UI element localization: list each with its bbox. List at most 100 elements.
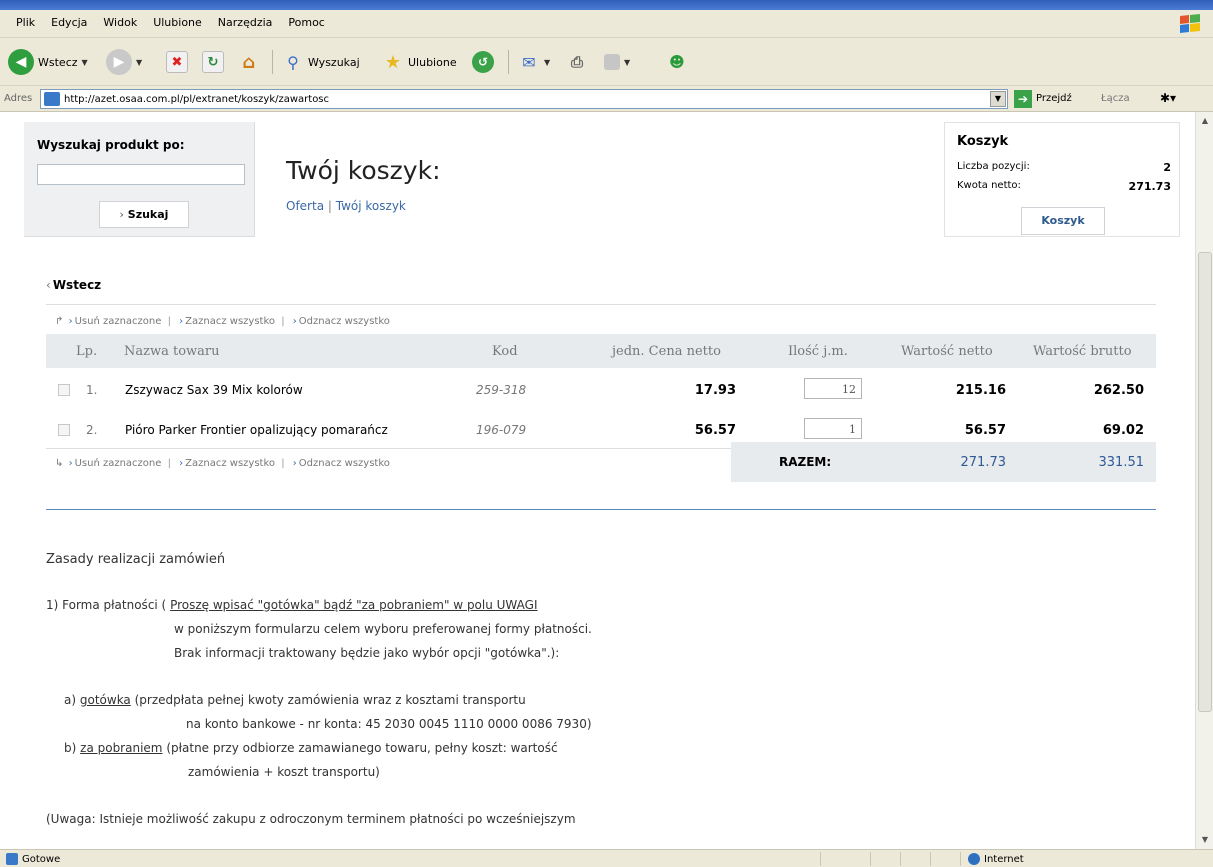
history-icon: ↺ xyxy=(472,51,494,73)
terms-option-b: b) za pobraniem (płatne przy odbiorze za… xyxy=(64,741,558,755)
cart-items-row: Liczba pozycji: 2 xyxy=(957,161,1171,174)
row-checkbox[interactable] xyxy=(58,384,70,396)
refresh-button[interactable]: ↻ xyxy=(202,47,224,77)
status-divider xyxy=(820,852,821,866)
row-net: 215.16 xyxy=(955,383,1006,398)
terms-note: (Uwaga: Istnieje możliwość zakupu z odro… xyxy=(46,812,576,826)
col-gross: Wartość brutto xyxy=(1033,344,1132,359)
chevron-right-icon: › xyxy=(292,316,297,327)
terms-a-line2: na konto bankowe - nr konta: 45 2030 004… xyxy=(186,717,592,731)
search-submit-button[interactable]: › Szukaj xyxy=(99,201,189,228)
scroll-down-icon[interactable]: ▼ xyxy=(1198,833,1212,847)
favorites-label: Ulubione xyxy=(408,55,457,69)
terms-b-prefix: b) xyxy=(64,741,77,755)
col-lp: Lp. xyxy=(76,344,98,359)
cart-summary: Koszyk Liczba pozycji: 2 Kwota netto: 27… xyxy=(944,122,1180,237)
chevron-right-icon: › xyxy=(292,458,297,469)
extension-icon[interactable]: ✱▾ xyxy=(1160,91,1176,105)
cart-items-value: 2 xyxy=(1163,161,1171,174)
mail-button[interactable]: ✉ ▼ xyxy=(518,47,550,77)
deselect-all-link[interactable]: Odznacz wszystko xyxy=(299,458,390,469)
row-name: Zszywacz Sax 39 Mix kolorów xyxy=(125,383,303,397)
menu-help[interactable]: Pomoc xyxy=(280,16,332,29)
back-link-label: Wstecz xyxy=(52,278,102,292)
col-code: Kod xyxy=(492,344,518,359)
menu-tools[interactable]: Narzędzia xyxy=(210,16,281,29)
page-icon xyxy=(44,92,60,106)
row-unit-price: 17.93 xyxy=(694,383,736,398)
address-label: Adres xyxy=(4,93,33,104)
refresh-icon: ↻ xyxy=(202,51,224,73)
chevron-right-icon: › xyxy=(179,316,184,327)
row-code: 196-079 xyxy=(476,423,527,437)
delete-selected-link[interactable]: Usuń zaznaczone xyxy=(75,458,162,469)
menu-file[interactable]: Plik xyxy=(8,16,43,29)
search-input[interactable] xyxy=(37,164,245,185)
toolbar-divider xyxy=(508,50,509,74)
breadcrumb-cart[interactable]: Twój koszyk xyxy=(336,199,406,213)
section-divider xyxy=(46,509,1156,510)
back-button[interactable]: ◀ Wstecz ▼ xyxy=(8,47,88,77)
mail-icon: ✉ xyxy=(522,52,536,72)
row-code: 259-318 xyxy=(476,383,527,397)
search-button[interactable]: ⚲ Wyszukaj xyxy=(282,47,360,77)
total-label: RAZEM: xyxy=(779,455,832,469)
menu-favorites[interactable]: Ulubione xyxy=(145,16,210,29)
history-button[interactable]: ↺ xyxy=(472,47,494,77)
deselect-all-link[interactable]: Odznacz wszystko xyxy=(299,316,390,327)
select-all-link[interactable]: Zaznacz wszystko xyxy=(185,316,275,327)
address-input[interactable]: http://azet.osaa.com.pl/pl/extranet/kosz… xyxy=(40,89,1008,109)
status-divider xyxy=(870,852,871,866)
home-button[interactable]: ⌂ xyxy=(238,47,260,77)
terms-b-line2: zamówienia + koszt transportu) xyxy=(188,765,380,779)
total-row: RAZEM: 271.73 331.51 xyxy=(731,442,1156,482)
col-qty: Ilość j.m. xyxy=(788,344,848,359)
edit-button[interactable]: ▼ xyxy=(604,47,630,77)
zone-text: Internet xyxy=(984,853,1024,865)
cart-button[interactable]: Koszyk xyxy=(1021,207,1105,235)
col-name: Nazwa towaru xyxy=(124,344,220,359)
magnifier-icon: ⚲ xyxy=(287,52,299,72)
terms-p1-link[interactable]: Proszę wpisać "gotówka" bądź "za pobrani… xyxy=(170,598,537,612)
scroll-thumb[interactable] xyxy=(1198,252,1212,712)
select-all-link[interactable]: Zaznacz wszystko xyxy=(185,458,275,469)
row-name: Pióro Parker Frontier opalizujący pomara… xyxy=(125,423,388,437)
go-button[interactable]: Przejdź xyxy=(1036,93,1072,104)
divider xyxy=(46,448,731,449)
row-unit-price: 56.57 xyxy=(694,423,736,438)
table-row: 1. Zszywacz Sax 39 Mix kolorów 259-318 1… xyxy=(46,373,1156,409)
print-button[interactable]: ⎙ xyxy=(566,47,588,77)
delete-selected-link[interactable]: Usuń zaznaczone xyxy=(75,316,162,327)
scroll-up-icon[interactable]: ▲ xyxy=(1198,114,1212,128)
status-divider xyxy=(960,852,961,866)
page-status-icon xyxy=(6,853,18,865)
back-link[interactable]: ‹ Wstecz xyxy=(46,278,101,292)
cart-net-value: 271.73 xyxy=(1128,180,1171,193)
status-text: Gotowe xyxy=(22,853,61,865)
terms-a-link[interactable]: gotówka xyxy=(80,693,131,707)
address-dropdown-icon[interactable]: ▼ xyxy=(990,91,1006,107)
links-button[interactable]: Łącza xyxy=(1101,93,1130,104)
row-checkbox[interactable] xyxy=(58,424,70,436)
terms-b-link[interactable]: za pobraniem xyxy=(80,741,162,755)
menu-items: Plik Edycja Widok Ulubione Narzędzia Pom… xyxy=(8,16,333,29)
menu-view[interactable]: Widok xyxy=(95,16,145,29)
cart-net-label: Kwota netto: xyxy=(957,180,1021,191)
breadcrumb-offer[interactable]: Oferta xyxy=(286,199,324,213)
row-qty-input[interactable] xyxy=(804,378,862,399)
status-divider xyxy=(930,852,931,866)
menu-edit[interactable]: Edycja xyxy=(43,16,95,29)
toolbar: ◀ Wstecz ▼ ▶ ▼ ✖ ↻ ⌂ ⚲ Wyszukaj ★ Ulubio… xyxy=(0,38,1213,86)
vertical-scrollbar[interactable]: ▲ ▼ xyxy=(1195,112,1213,849)
forward-button[interactable]: ▶ ▼ xyxy=(106,47,142,77)
terms-p1-line2: w poniższym formularzu celem wyboru pref… xyxy=(174,622,592,636)
back-label: Wstecz xyxy=(38,55,78,69)
row-qty-input[interactable] xyxy=(804,418,862,439)
messenger-button[interactable]: ☻ xyxy=(666,47,688,77)
favorites-button[interactable]: ★ Ulubione xyxy=(382,47,457,77)
stop-button[interactable]: ✖ xyxy=(166,47,188,77)
status-text-area: Gotowe xyxy=(6,853,60,865)
go-arrow-icon[interactable]: ➔ xyxy=(1014,90,1032,108)
chevron-down-icon: ▼ xyxy=(624,57,631,67)
separator: | xyxy=(281,316,285,327)
